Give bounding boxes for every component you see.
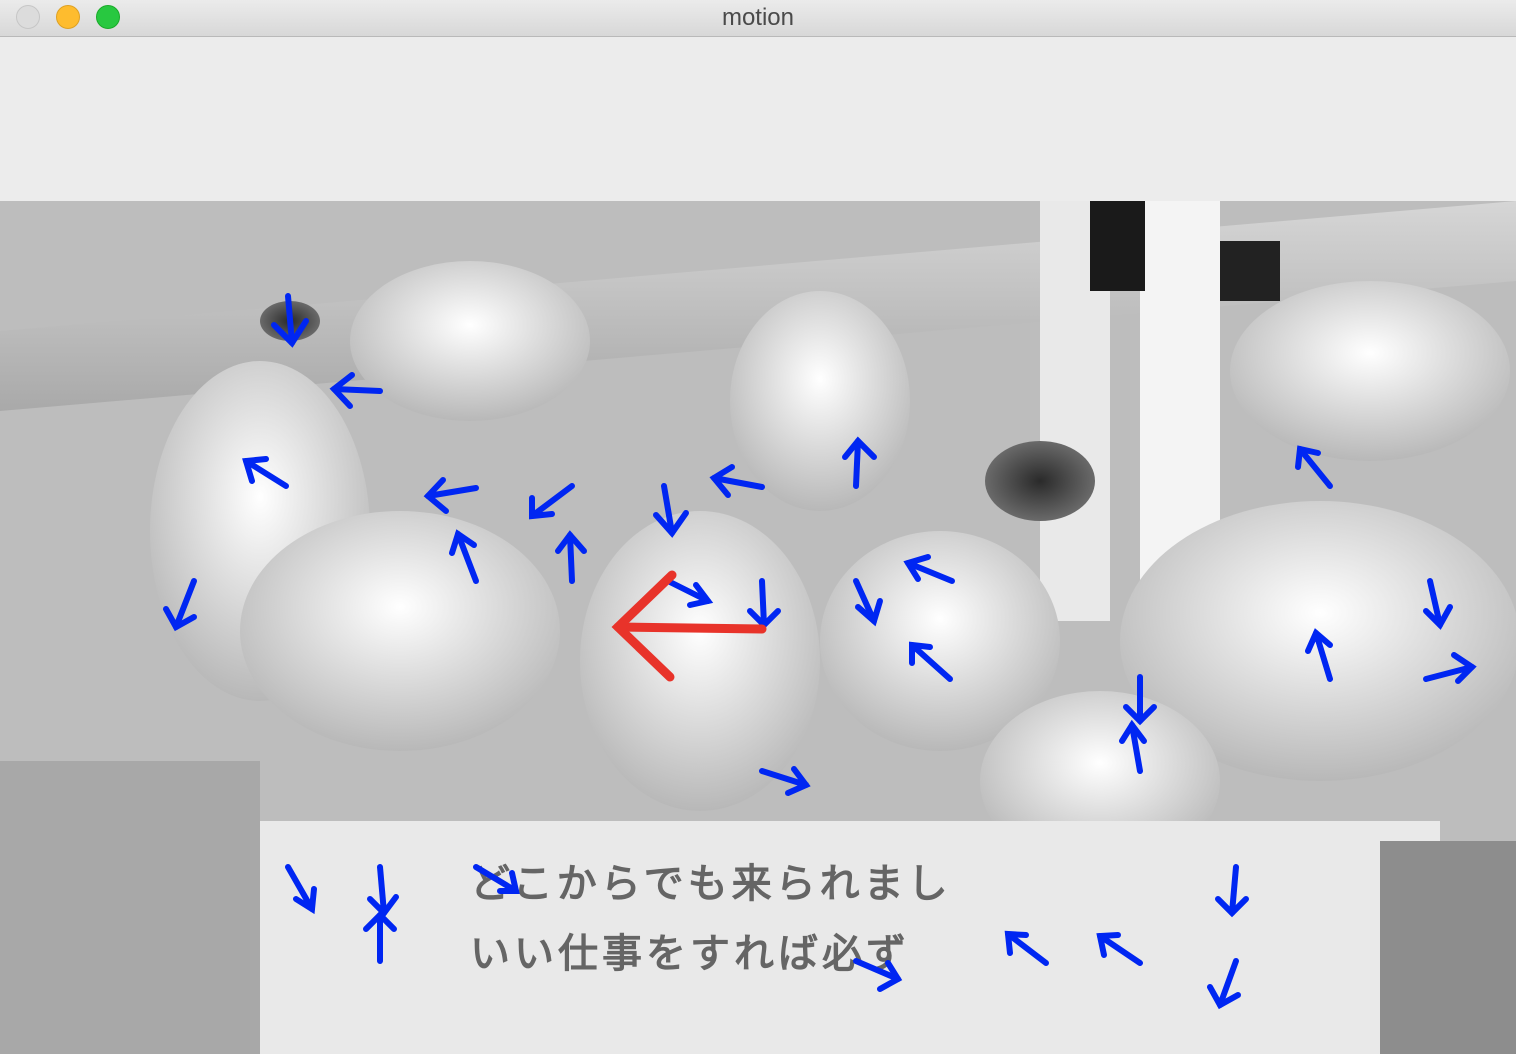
flow-arrow [555,530,587,584]
flow-arrow [242,456,289,489]
flow-arrow [853,958,903,992]
flow-arrow [449,529,479,584]
flow-arrow [1207,958,1241,1010]
flow-arrow [163,578,197,632]
flow-arrow [747,578,781,630]
flow-arrow [1423,652,1477,684]
title-bar: motion [0,0,1516,37]
flow-arrow [709,464,765,498]
flow-arrow [653,483,689,538]
flow-arrow [909,641,953,682]
flow-arrow [473,864,520,894]
depth-image-view: どこからでも来られまし いい仕事をすれば必ず [0,201,1516,1054]
window-title: motion [721,4,795,31]
flow-arrow [759,766,811,796]
motion-vector-overlay [163,293,1477,1010]
flow-arrow [1305,628,1333,682]
flow-arrow [367,864,399,918]
flow-arrow [1096,932,1143,966]
flow-arrow [1215,864,1249,918]
flow-arrow [903,554,955,584]
flow-arrow [853,578,883,627]
flow-arrow [842,436,877,489]
flow-arrow [271,293,309,348]
flow-arrow [1119,719,1147,774]
flow-arrow [285,864,317,915]
flow-arrow [1295,445,1333,489]
flow-arrow [1123,674,1157,726]
flow-arrow [423,477,479,514]
flow-arrow [363,910,397,964]
flow-arrow [329,372,383,409]
flow-arrow [529,483,575,520]
flow-arrow [1423,578,1453,630]
toolbar-area [0,37,1516,201]
flow-arrow [665,578,714,608]
flow-arrow [1004,930,1049,966]
